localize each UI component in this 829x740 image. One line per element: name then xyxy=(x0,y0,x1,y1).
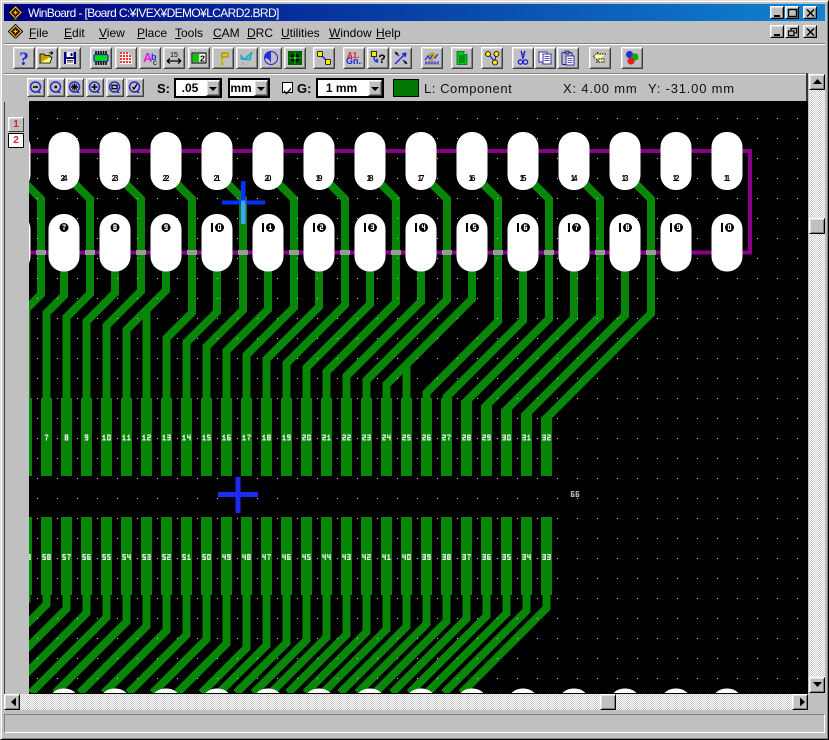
svg-text:2: 2 xyxy=(199,55,204,65)
svg-text:?: ? xyxy=(378,52,385,66)
svg-text:c: c xyxy=(153,58,157,66)
svg-text:15: 15 xyxy=(170,52,178,59)
svg-text:?: ? xyxy=(428,50,436,65)
svg-text:Gn..: Gn.. xyxy=(346,56,362,66)
svg-text:V: V xyxy=(520,51,524,57)
svg-text:?: ? xyxy=(19,50,29,66)
